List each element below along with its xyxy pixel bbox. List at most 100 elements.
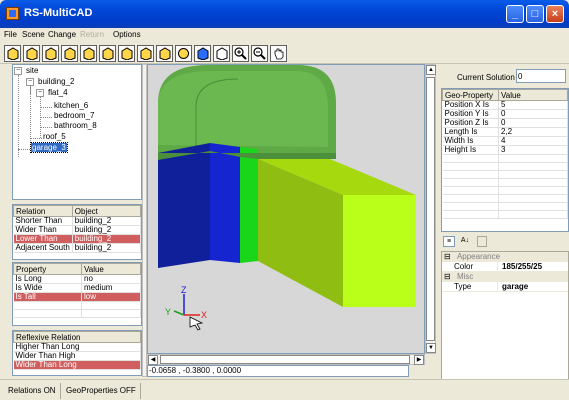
cube-blue-icon[interactable] [194, 45, 211, 62]
menu-scene[interactable]: Scene [22, 30, 45, 39]
geo-value-header[interactable]: Value [498, 89, 568, 101]
geo-properties-grid[interactable]: Geo-Property Value Position X Is 5 Positi… [441, 88, 569, 232]
property-cell: Is Tall [13, 292, 82, 302]
expander-site[interactable]: − [14, 67, 22, 75]
property-sheet[interactable]: ⊟ Appearance Color 185/255/25 ⊟ Misc Typ… [441, 251, 569, 400]
tree-node-building[interactable]: building_2 [38, 77, 74, 86]
close-button[interactable]: × [546, 5, 564, 23]
geo-value-cell: 4 [498, 136, 568, 146]
tree-connector [40, 107, 52, 108]
viewport-hscroll[interactable]: ◀ ▶ [147, 354, 425, 365]
current-solution-input[interactable] [516, 69, 566, 83]
building-band[interactable] [240, 147, 258, 263]
property-key: Color [454, 262, 498, 272]
category-appearance[interactable]: ⊟ Appearance [442, 252, 568, 262]
category-misc[interactable]: ⊟ Misc [442, 272, 568, 282]
scroll-down-icon[interactable]: ▼ [426, 343, 436, 353]
cube-icon[interactable] [118, 45, 135, 62]
viewport-vscroll[interactable]: ▲ ▼ [425, 64, 436, 354]
tree-node-flat[interactable]: flat_4 [48, 88, 68, 97]
property-value[interactable]: 185/255/25 [502, 262, 542, 272]
property-row-color[interactable]: Color 185/255/25 [442, 262, 568, 272]
geo-value-cell: 5 [498, 100, 568, 110]
reflexive-header[interactable]: Reflexive Relation [13, 331, 141, 343]
table-row-empty [442, 194, 568, 203]
cube-icon[interactable] [156, 45, 173, 62]
value-header[interactable]: Value [81, 263, 141, 275]
tree-node-garage[interactable]: garage_3 [30, 142, 68, 153]
tree-connector [30, 138, 42, 139]
toolbar [0, 42, 569, 64]
property-header[interactable]: Property [13, 263, 82, 275]
table-row-highlighted[interactable]: Wider Than Long [13, 360, 141, 370]
garage-front[interactable] [343, 195, 416, 307]
status-relations[interactable]: Relations ON [4, 383, 61, 399]
tree-node-site[interactable]: site [26, 66, 38, 75]
tree-node-bedroom[interactable]: bedroom_7 [54, 111, 94, 120]
relation-header[interactable]: Relation [13, 205, 73, 217]
menu-change[interactable]: Change [48, 30, 76, 39]
menu-options[interactable]: Options [113, 30, 141, 39]
cube-icon[interactable] [80, 45, 97, 62]
table-row[interactable]: Adjacent South building_2 [13, 243, 142, 253]
category-label: Appearance [456, 252, 501, 261]
tree-node-roof[interactable]: roof_5 [43, 132, 66, 141]
tree-node-bathroom[interactable]: bathroom_8 [54, 121, 97, 130]
cube-icon[interactable] [23, 45, 40, 62]
hscroll-thumb[interactable] [160, 355, 410, 364]
cube-icon[interactable] [42, 45, 59, 62]
x-axis-label: X [201, 310, 207, 320]
properties-grid[interactable]: Property Value Is Long no Is Wide medium I… [12, 262, 142, 326]
collapse-icon[interactable]: ⊟ [442, 272, 451, 281]
reflexive-cell: Wider Than Long [13, 360, 141, 370]
reflexive-grid[interactable]: Reflexive Relation Higher Than Long Wide… [12, 330, 142, 376]
menu-file[interactable]: File [4, 30, 17, 39]
collapse-icon[interactable]: ⊟ [442, 252, 451, 261]
expander-building[interactable]: − [26, 78, 34, 86]
building-side[interactable] [210, 143, 240, 263]
scene-tree[interactable]: − site − building_2 − flat_4 kitchen_6 b… [12, 64, 142, 200]
zoom-out-icon[interactable] [251, 45, 268, 62]
vscroll-thumb[interactable] [426, 77, 435, 341]
property-value[interactable]: garage [502, 282, 528, 292]
scene-render[interactable]: Z X Y [148, 65, 424, 353]
property-row-type[interactable]: Type garage [442, 282, 568, 292]
geo-property-header[interactable]: Geo-Property [442, 89, 499, 101]
cube-icon[interactable] [99, 45, 116, 62]
cube-icon[interactable] [61, 45, 78, 62]
table-row-empty [442, 210, 568, 219]
zoom-in-icon[interactable] [232, 45, 249, 62]
tree-node-kitchen[interactable]: kitchen_6 [54, 101, 88, 110]
minimize-button[interactable]: _ [506, 5, 524, 23]
cube-icon[interactable] [4, 45, 21, 62]
cube-outline-icon[interactable] [213, 45, 230, 62]
tree-connector [18, 149, 30, 150]
expander-flat[interactable]: − [36, 89, 44, 97]
title-bar[interactable]: RS-MultiCAD _ □ × [0, 0, 569, 28]
relations-grid[interactable]: Relation Object Shorter Than building_2 W… [12, 204, 142, 260]
y-axis [173, 310, 185, 316]
cube-icon[interactable] [137, 45, 154, 62]
building-front[interactable] [158, 143, 210, 268]
property-pages-icon[interactable] [477, 236, 487, 247]
object-header[interactable]: Object [71, 205, 142, 217]
sphere-icon[interactable] [175, 45, 192, 62]
scroll-right-icon[interactable]: ▶ [414, 355, 424, 365]
table-row-empty [442, 186, 568, 195]
table-row-highlighted[interactable]: Is Tall low [13, 292, 141, 302]
hand-icon[interactable] [270, 45, 287, 62]
categorized-icon[interactable]: ≡ [443, 236, 455, 247]
status-geoproperties[interactable]: GeoProperties OFF [62, 383, 141, 399]
alphabetical-icon[interactable]: A↓ [459, 236, 471, 247]
menu-return[interactable]: Return [80, 30, 104, 39]
maximize-button[interactable]: □ [526, 5, 544, 23]
scroll-up-icon[interactable]: ▲ [426, 65, 436, 75]
property-key: Type [454, 282, 498, 292]
3d-viewport[interactable]: Z X Y [147, 64, 425, 354]
window-title: RS-MultiCAD [24, 7, 93, 19]
z-axis-label: Z [181, 285, 187, 295]
table-row[interactable]: Height Is 3 [442, 145, 568, 155]
scroll-left-icon[interactable]: ◀ [148, 355, 158, 365]
geo-value-cell: 3 [498, 145, 568, 155]
roof-highlight [158, 71, 328, 147]
